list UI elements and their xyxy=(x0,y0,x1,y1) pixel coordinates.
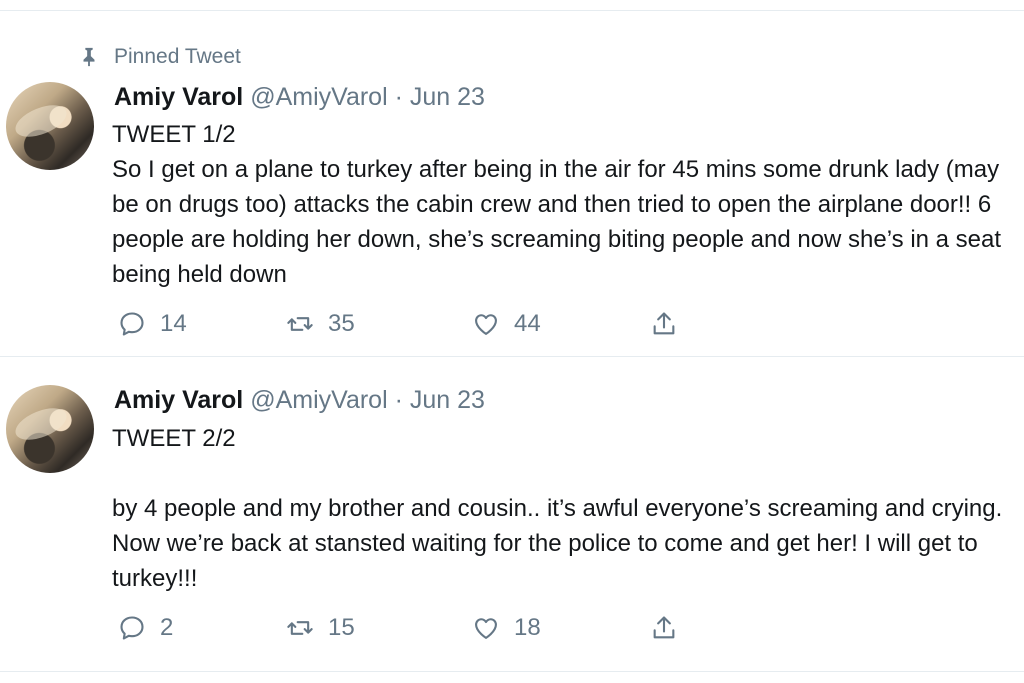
share-button[interactable] xyxy=(650,613,692,643)
tweet-text: TWEET 2/2 by 4 people and my brother and… xyxy=(112,425,1003,592)
reply-button[interactable]: 2 xyxy=(118,613,173,643)
reply-icon xyxy=(120,616,144,640)
tweet-header: Amiy Varol @AmiyVarol · Jun 23 xyxy=(114,385,485,415)
separator: · xyxy=(394,386,403,414)
like-button[interactable]: 18 xyxy=(472,613,541,643)
like-count: 18 xyxy=(514,614,541,641)
tweet-2[interactable]: Amiy Varol @AmiyVarol · Jun 23 TWEET 2/2… xyxy=(0,0,1024,683)
avatar[interactable] xyxy=(6,385,94,473)
heart-icon xyxy=(475,618,497,639)
author-name[interactable]: Amiy Varol xyxy=(114,386,243,414)
retweet-count: 15 xyxy=(328,614,355,641)
retweet-button[interactable]: 15 xyxy=(286,613,355,643)
retweet-icon xyxy=(287,621,313,635)
reply-count: 2 xyxy=(160,614,174,641)
author-handle[interactable]: @AmiyVarol xyxy=(250,386,387,414)
share-icon xyxy=(653,616,675,639)
bottom-divider xyxy=(0,671,1024,672)
tweet-date[interactable]: Jun 23 xyxy=(410,386,485,414)
